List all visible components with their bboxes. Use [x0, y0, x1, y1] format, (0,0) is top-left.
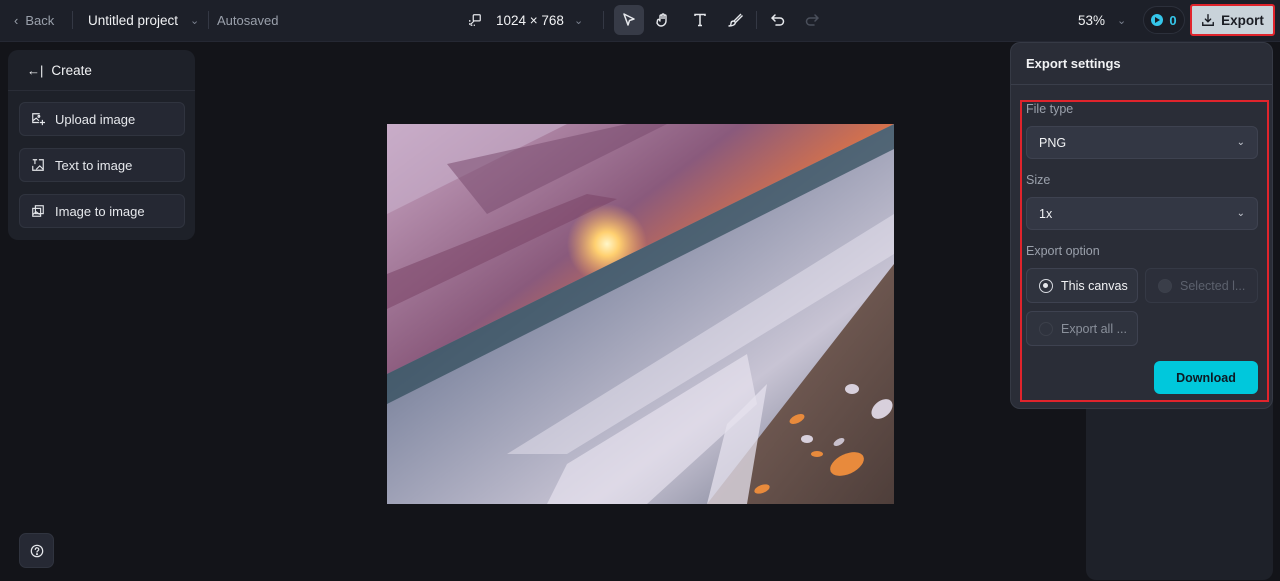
zoom-dropdown[interactable]: 53% ⌄ — [1078, 0, 1126, 40]
credits-badge[interactable]: 0 — [1143, 6, 1185, 34]
divider — [756, 11, 757, 29]
export-button[interactable]: Export — [1190, 4, 1275, 36]
credits-count: 0 — [1169, 12, 1177, 28]
divider — [208, 11, 209, 29]
upload-image-button[interactable]: Upload image — [19, 102, 185, 136]
select-tool-button[interactable] — [614, 5, 644, 35]
size-select[interactable]: 1x ⌄ — [1026, 197, 1258, 230]
create-title: Create — [51, 62, 92, 78]
chevron-down-icon: ⌄ — [573, 14, 584, 27]
export-option-label: Export option — [1026, 244, 1100, 258]
file-type-label: File type — [1026, 102, 1074, 116]
upload-image-label: Upload image — [55, 111, 136, 127]
undo-button[interactable] — [763, 5, 793, 35]
credits-icon — [1151, 14, 1164, 26]
create-panel: ←| Create Upload image Text to image Ima… — [8, 50, 195, 240]
image-to-image-label: Image to image — [55, 203, 145, 219]
export-label: Export — [1221, 12, 1264, 28]
back-button[interactable]: ‹ Back — [14, 0, 54, 40]
help-icon — [30, 544, 43, 557]
text-icon — [694, 13, 706, 27]
export-settings-title: Export settings — [1011, 43, 1272, 85]
text-tool-button[interactable] — [685, 5, 715, 35]
collapse-left-icon: ←| — [27, 62, 44, 78]
option-this-canvas[interactable]: This canvas — [1026, 268, 1138, 303]
size-value: 1x — [1039, 206, 1053, 221]
text-to-image-label: Text to image — [55, 157, 133, 173]
brush-tool-button[interactable] — [720, 5, 750, 35]
text-to-image-icon — [32, 159, 44, 171]
size-label: Size — [1026, 173, 1051, 187]
download-icon — [1202, 14, 1215, 26]
project-name-dropdown[interactable]: Untitled project ⌄ — [88, 0, 199, 40]
save-status: Autosaved — [217, 12, 279, 28]
help-button[interactable] — [19, 533, 54, 568]
hand-icon — [656, 13, 667, 27]
radio-icon — [1158, 278, 1172, 293]
chevron-down-icon: ⌄ — [1117, 14, 1127, 27]
canvas-image[interactable] — [387, 124, 894, 504]
hand-tool-button[interactable] — [648, 5, 678, 35]
pointer-icon — [623, 13, 635, 26]
create-panel-header[interactable]: ←| Create — [8, 50, 195, 91]
canvas-size: 1024 × 768 — [496, 12, 564, 28]
file-type-value: PNG — [1039, 135, 1067, 150]
undo-icon — [770, 14, 785, 26]
chevron-down-icon: ⌄ — [1236, 137, 1245, 148]
divider — [72, 11, 73, 29]
divider — [603, 11, 604, 29]
back-label: Back — [25, 12, 55, 28]
redo-button[interactable] — [797, 5, 827, 35]
option-export-all[interactable]: Export all ... — [1026, 311, 1138, 346]
right-panel — [1086, 400, 1273, 580]
radio-selected-icon — [1039, 278, 1053, 293]
chevron-down-icon: ⌄ — [190, 14, 200, 27]
chevron-left-icon: ‹ — [14, 12, 19, 28]
brush-icon — [728, 13, 743, 27]
export-settings-panel: Export settings File type PNG ⌄ Size 1x … — [1010, 42, 1273, 409]
download-button[interactable]: Download — [1154, 361, 1258, 394]
redo-icon — [805, 14, 820, 26]
radio-icon — [1039, 321, 1053, 336]
option-label: This canvas — [1061, 278, 1128, 293]
file-type-select[interactable]: PNG ⌄ — [1026, 126, 1258, 159]
text-to-image-button[interactable]: Text to image — [19, 148, 185, 182]
zoom-level: 53% — [1078, 12, 1106, 28]
chevron-down-icon: ⌄ — [1236, 208, 1245, 219]
image-to-image-button[interactable]: Image to image — [19, 194, 185, 228]
top-bar: ‹ Back Untitled project ⌄ Autosaved 1024… — [0, 0, 1280, 42]
option-selected-layers: Selected l... — [1145, 268, 1258, 303]
option-label: Export all ... — [1061, 321, 1127, 336]
project-name: Untitled project — [88, 12, 179, 28]
canvas-size-dropdown[interactable]: 1024 × 768 ⌄ — [468, 0, 583, 40]
resize-icon — [469, 14, 481, 26]
image-to-image-icon — [32, 205, 44, 217]
upload-image-icon — [32, 113, 45, 126]
option-label: Selected l... — [1180, 278, 1246, 293]
